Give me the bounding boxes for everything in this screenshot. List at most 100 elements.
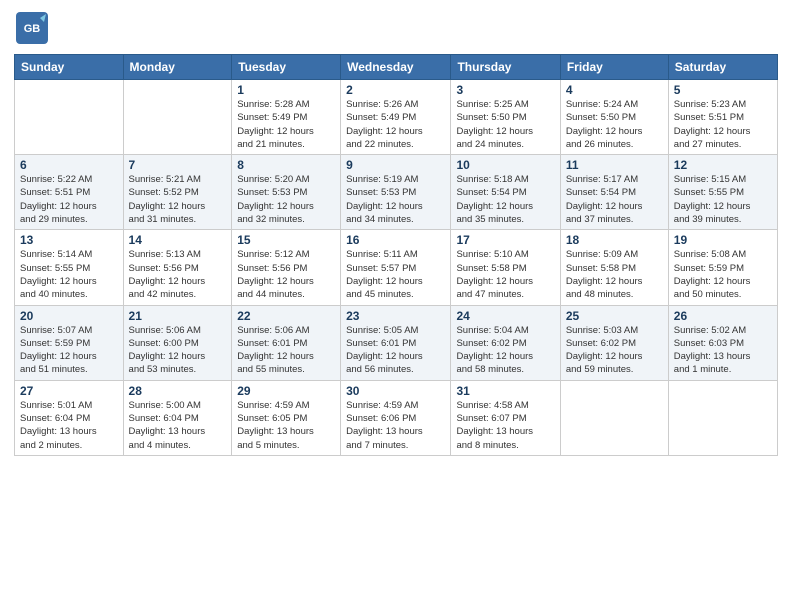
page: GB SundayMondayTuesdayWednesdayThursdayF… — [0, 0, 792, 612]
calendar-week-4: 20Sunrise: 5:07 AM Sunset: 5:59 PM Dayli… — [15, 305, 778, 380]
calendar-cell-1-6: 12Sunrise: 5:15 AM Sunset: 5:55 PM Dayli… — [668, 155, 777, 230]
day-number: 8 — [237, 158, 335, 172]
day-number: 27 — [20, 384, 118, 398]
calendar-cell-2-4: 17Sunrise: 5:10 AM Sunset: 5:58 PM Dayli… — [451, 230, 560, 305]
logo: GB — [14, 10, 54, 46]
day-info: Sunrise: 4:59 AM Sunset: 6:06 PM Dayligh… — [346, 399, 445, 452]
day-info: Sunrise: 5:14 AM Sunset: 5:55 PM Dayligh… — [20, 248, 118, 301]
day-info: Sunrise: 5:07 AM Sunset: 5:59 PM Dayligh… — [20, 324, 118, 377]
svg-text:GB: GB — [24, 23, 41, 35]
day-info: Sunrise: 5:23 AM Sunset: 5:51 PM Dayligh… — [674, 98, 772, 151]
day-info: Sunrise: 5:13 AM Sunset: 5:56 PM Dayligh… — [129, 248, 227, 301]
day-info: Sunrise: 5:12 AM Sunset: 5:56 PM Dayligh… — [237, 248, 335, 301]
day-number: 28 — [129, 384, 227, 398]
day-number: 1 — [237, 83, 335, 97]
day-number: 15 — [237, 233, 335, 247]
day-number: 11 — [566, 158, 663, 172]
day-number: 24 — [456, 309, 554, 323]
calendar-cell-4-3: 30Sunrise: 4:59 AM Sunset: 6:06 PM Dayli… — [341, 380, 451, 455]
calendar-col-sunday: Sunday — [15, 55, 124, 80]
day-info: Sunrise: 5:28 AM Sunset: 5:49 PM Dayligh… — [237, 98, 335, 151]
day-info: Sunrise: 4:59 AM Sunset: 6:05 PM Dayligh… — [237, 399, 335, 452]
calendar-cell-4-1: 28Sunrise: 5:00 AM Sunset: 6:04 PM Dayli… — [123, 380, 232, 455]
day-number: 18 — [566, 233, 663, 247]
calendar-cell-3-1: 21Sunrise: 5:06 AM Sunset: 6:00 PM Dayli… — [123, 305, 232, 380]
day-number: 21 — [129, 309, 227, 323]
day-info: Sunrise: 4:58 AM Sunset: 6:07 PM Dayligh… — [456, 399, 554, 452]
day-number: 31 — [456, 384, 554, 398]
day-info: Sunrise: 5:10 AM Sunset: 5:58 PM Dayligh… — [456, 248, 554, 301]
calendar-cell-0-0 — [15, 80, 124, 155]
day-number: 7 — [129, 158, 227, 172]
calendar-cell-3-5: 25Sunrise: 5:03 AM Sunset: 6:02 PM Dayli… — [560, 305, 668, 380]
calendar-cell-2-2: 15Sunrise: 5:12 AM Sunset: 5:56 PM Dayli… — [232, 230, 341, 305]
day-info: Sunrise: 5:11 AM Sunset: 5:57 PM Dayligh… — [346, 248, 445, 301]
day-info: Sunrise: 5:26 AM Sunset: 5:49 PM Dayligh… — [346, 98, 445, 151]
calendar-week-5: 27Sunrise: 5:01 AM Sunset: 6:04 PM Dayli… — [15, 380, 778, 455]
day-info: Sunrise: 5:17 AM Sunset: 5:54 PM Dayligh… — [566, 173, 663, 226]
day-number: 29 — [237, 384, 335, 398]
day-info: Sunrise: 5:25 AM Sunset: 5:50 PM Dayligh… — [456, 98, 554, 151]
calendar-col-monday: Monday — [123, 55, 232, 80]
day-number: 17 — [456, 233, 554, 247]
calendar-cell-1-2: 8Sunrise: 5:20 AM Sunset: 5:53 PM Daylig… — [232, 155, 341, 230]
calendar-cell-4-6 — [668, 380, 777, 455]
calendar-cell-4-2: 29Sunrise: 4:59 AM Sunset: 6:05 PM Dayli… — [232, 380, 341, 455]
calendar-cell-0-4: 3Sunrise: 5:25 AM Sunset: 5:50 PM Daylig… — [451, 80, 560, 155]
calendar-cell-0-3: 2Sunrise: 5:26 AM Sunset: 5:49 PM Daylig… — [341, 80, 451, 155]
day-number: 12 — [674, 158, 772, 172]
day-info: Sunrise: 5:06 AM Sunset: 6:01 PM Dayligh… — [237, 324, 335, 377]
calendar-cell-2-0: 13Sunrise: 5:14 AM Sunset: 5:55 PM Dayli… — [15, 230, 124, 305]
day-info: Sunrise: 5:21 AM Sunset: 5:52 PM Dayligh… — [129, 173, 227, 226]
day-number: 20 — [20, 309, 118, 323]
day-info: Sunrise: 5:19 AM Sunset: 5:53 PM Dayligh… — [346, 173, 445, 226]
calendar-cell-2-1: 14Sunrise: 5:13 AM Sunset: 5:56 PM Dayli… — [123, 230, 232, 305]
header: GB — [14, 10, 778, 46]
calendar-cell-2-6: 19Sunrise: 5:08 AM Sunset: 5:59 PM Dayli… — [668, 230, 777, 305]
calendar-col-saturday: Saturday — [668, 55, 777, 80]
calendar-cell-3-3: 23Sunrise: 5:05 AM Sunset: 6:01 PM Dayli… — [341, 305, 451, 380]
day-number: 4 — [566, 83, 663, 97]
calendar-cell-3-2: 22Sunrise: 5:06 AM Sunset: 6:01 PM Dayli… — [232, 305, 341, 380]
day-info: Sunrise: 5:15 AM Sunset: 5:55 PM Dayligh… — [674, 173, 772, 226]
day-number: 2 — [346, 83, 445, 97]
day-number: 13 — [20, 233, 118, 247]
day-info: Sunrise: 5:05 AM Sunset: 6:01 PM Dayligh… — [346, 324, 445, 377]
day-info: Sunrise: 5:18 AM Sunset: 5:54 PM Dayligh… — [456, 173, 554, 226]
day-info: Sunrise: 5:03 AM Sunset: 6:02 PM Dayligh… — [566, 324, 663, 377]
calendar-col-thursday: Thursday — [451, 55, 560, 80]
day-number: 30 — [346, 384, 445, 398]
calendar-cell-4-5 — [560, 380, 668, 455]
calendar-cell-4-4: 31Sunrise: 4:58 AM Sunset: 6:07 PM Dayli… — [451, 380, 560, 455]
calendar-cell-0-5: 4Sunrise: 5:24 AM Sunset: 5:50 PM Daylig… — [560, 80, 668, 155]
calendar-cell-1-4: 10Sunrise: 5:18 AM Sunset: 5:54 PM Dayli… — [451, 155, 560, 230]
calendar-cell-1-5: 11Sunrise: 5:17 AM Sunset: 5:54 PM Dayli… — [560, 155, 668, 230]
day-number: 3 — [456, 83, 554, 97]
day-info: Sunrise: 5:22 AM Sunset: 5:51 PM Dayligh… — [20, 173, 118, 226]
calendar-cell-2-5: 18Sunrise: 5:09 AM Sunset: 5:58 PM Dayli… — [560, 230, 668, 305]
day-info: Sunrise: 5:09 AM Sunset: 5:58 PM Dayligh… — [566, 248, 663, 301]
calendar-cell-1-0: 6Sunrise: 5:22 AM Sunset: 5:51 PM Daylig… — [15, 155, 124, 230]
day-info: Sunrise: 5:04 AM Sunset: 6:02 PM Dayligh… — [456, 324, 554, 377]
calendar-cell-0-6: 5Sunrise: 5:23 AM Sunset: 5:51 PM Daylig… — [668, 80, 777, 155]
calendar-col-wednesday: Wednesday — [341, 55, 451, 80]
calendar-cell-3-0: 20Sunrise: 5:07 AM Sunset: 5:59 PM Dayli… — [15, 305, 124, 380]
day-number: 6 — [20, 158, 118, 172]
day-number: 25 — [566, 309, 663, 323]
calendar-col-friday: Friday — [560, 55, 668, 80]
day-info: Sunrise: 5:00 AM Sunset: 6:04 PM Dayligh… — [129, 399, 227, 452]
day-info: Sunrise: 5:24 AM Sunset: 5:50 PM Dayligh… — [566, 98, 663, 151]
calendar-header-row: SundayMondayTuesdayWednesdayThursdayFrid… — [15, 55, 778, 80]
calendar-cell-1-1: 7Sunrise: 5:21 AM Sunset: 5:52 PM Daylig… — [123, 155, 232, 230]
calendar-cell-4-0: 27Sunrise: 5:01 AM Sunset: 6:04 PM Dayli… — [15, 380, 124, 455]
day-number: 14 — [129, 233, 227, 247]
day-info: Sunrise: 5:08 AM Sunset: 5:59 PM Dayligh… — [674, 248, 772, 301]
day-number: 16 — [346, 233, 445, 247]
calendar-col-tuesday: Tuesday — [232, 55, 341, 80]
day-number: 22 — [237, 309, 335, 323]
calendar-week-1: 1Sunrise: 5:28 AM Sunset: 5:49 PM Daylig… — [15, 80, 778, 155]
day-number: 19 — [674, 233, 772, 247]
day-info: Sunrise: 5:01 AM Sunset: 6:04 PM Dayligh… — [20, 399, 118, 452]
calendar-week-3: 13Sunrise: 5:14 AM Sunset: 5:55 PM Dayli… — [15, 230, 778, 305]
day-number: 5 — [674, 83, 772, 97]
